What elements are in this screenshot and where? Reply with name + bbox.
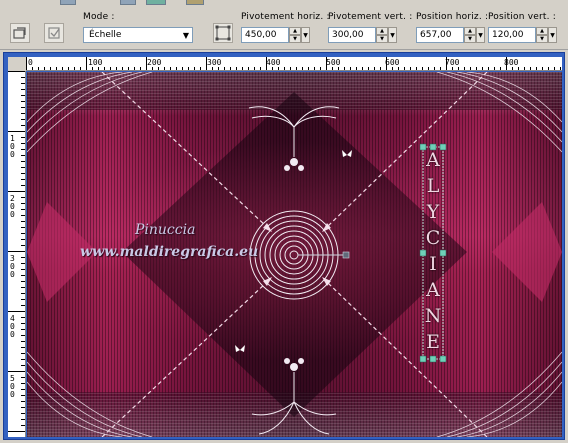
vertical-letter: I: [429, 253, 437, 275]
mode-select[interactable]: Échelle ▼: [83, 27, 193, 43]
chevron-down-icon[interactable]: ▼: [476, 27, 485, 43]
spin-up-icon[interactable]: ▲: [464, 27, 476, 35]
vertical-letter: E: [426, 331, 440, 353]
ruler-corner: [8, 57, 26, 71]
watermark-line2: www.maldiregrafica.eu: [80, 244, 259, 260]
ruler-label: 400: [10, 314, 15, 339]
ruler-label: 300: [207, 58, 222, 67]
spin-down-icon[interactable]: ▼: [289, 35, 301, 43]
ruler-label: 200: [10, 194, 15, 219]
ruler-label: 100: [10, 134, 15, 159]
pivot-v-field[interactable]: 300,00: [328, 27, 376, 43]
pos-v-stepper[interactable]: 120,00 ▲ ▼ ▼: [488, 27, 557, 43]
chevron-down-icon[interactable]: ▼: [388, 27, 397, 43]
chevron-down-icon[interactable]: ▼: [548, 27, 557, 43]
mode-label: Mode :: [83, 12, 115, 22]
ruler-label: 200: [147, 58, 162, 67]
vertical-text-block[interactable]: A L Y C I A N E: [422, 149, 444, 359]
ruler-label: 700: [445, 58, 460, 67]
toolbar-edge: [60, 0, 76, 5]
pos-v-field[interactable]: 120,00: [488, 27, 536, 43]
pivot-v-stepper[interactable]: 300,00 ▲ ▼ ▼: [328, 27, 397, 43]
image-canvas[interactable]: Pinuccia www.maldiregrafica.eu A L Y C I…: [27, 72, 562, 437]
ruler-label: 100: [88, 58, 103, 67]
mode-value: Échelle: [89, 30, 122, 40]
toolbar-edge: [120, 0, 136, 5]
reset-icon[interactable]: [10, 23, 30, 43]
bounding-box-icon[interactable]: [213, 23, 233, 43]
ruler-label: 400: [266, 58, 281, 67]
vertical-letter: N: [424, 305, 442, 327]
pivot-h-label: Pivotement horiz. :: [241, 12, 330, 22]
ruler-label: 800: [504, 58, 519, 67]
chevron-down-icon[interactable]: ▼: [301, 27, 310, 43]
spin-up-icon[interactable]: ▲: [536, 27, 548, 35]
ruler-label: 600: [385, 58, 400, 67]
ruler-label: 500: [326, 58, 341, 67]
pivot-h-stepper[interactable]: 450,00 ▲ ▼ ▼: [241, 27, 310, 43]
chevron-down-icon: ▼: [182, 31, 189, 40]
pos-h-field[interactable]: 657,00: [416, 27, 464, 43]
pos-h-label: Position horiz. :: [416, 12, 489, 22]
toolbar-edge: [146, 0, 166, 5]
vertical-letter: A: [426, 149, 440, 171]
spin-down-icon[interactable]: ▼: [464, 35, 476, 43]
tool-options-bar: Mode : Échelle ▼ Pivotement horiz. : 450…: [0, 0, 568, 50]
vertical-letter: L: [426, 175, 440, 197]
horizontal-ruler: 0 100 200 300 400 500 600 700 800: [26, 57, 562, 71]
pivot-h-field[interactable]: 450,00: [241, 27, 289, 43]
document-window: 0 100 200 300 400 500 600 700 800 100 20…: [3, 52, 565, 440]
spin-down-icon[interactable]: ▼: [536, 35, 548, 43]
vertical-letter: Y: [426, 201, 440, 223]
vertical-ruler: 100 200 300 400 500: [8, 71, 26, 437]
pivot-v-label: Pivotement vert. :: [328, 12, 413, 22]
pos-v-label: Position vert. :: [488, 12, 556, 22]
vertical-letter: A: [426, 279, 440, 301]
ruler-label: 0: [28, 58, 33, 67]
ruler-ticks: [26, 57, 561, 70]
toolbar-edge: [186, 0, 204, 5]
spin-up-icon[interactable]: ▲: [376, 27, 388, 35]
vertical-letter: C: [425, 227, 441, 249]
ruler-label: 500: [10, 374, 15, 399]
watermark-line1: Pinuccia: [135, 222, 196, 238]
pos-h-stepper[interactable]: 657,00 ▲ ▼ ▼: [416, 27, 485, 43]
ruler-label: 300: [10, 254, 15, 279]
spin-down-icon[interactable]: ▼: [376, 35, 388, 43]
apply-icon[interactable]: [44, 23, 64, 43]
spin-up-icon[interactable]: ▲: [289, 27, 301, 35]
